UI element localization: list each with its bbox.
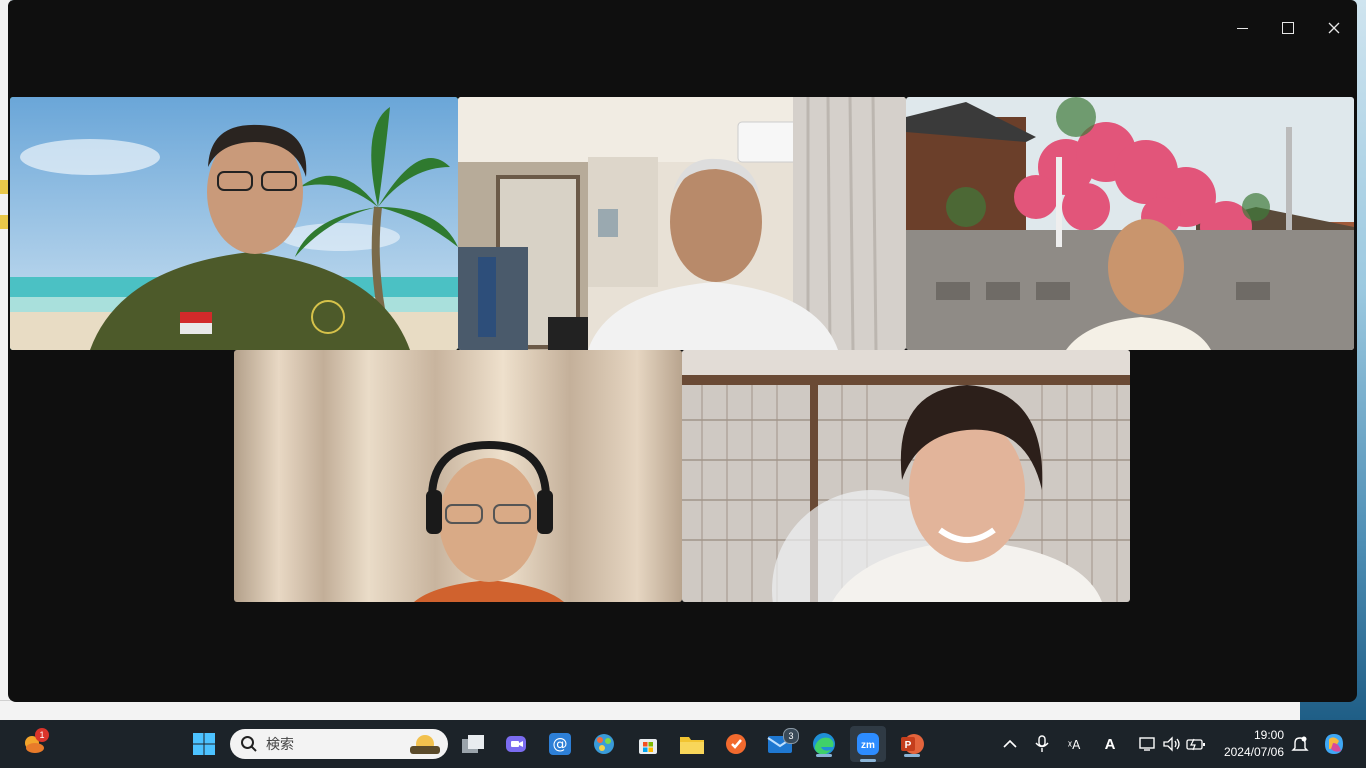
teams-meet-button[interactable] — [500, 728, 532, 760]
microphone-button[interactable] — [1026, 728, 1058, 760]
taskbar-search[interactable]: 検索 — [230, 729, 448, 759]
clock-time[interactable]: 19:00 — [1214, 728, 1284, 742]
task-view-button[interactable] — [457, 728, 489, 760]
store-icon — [639, 739, 657, 754]
windows-start-icon — [193, 733, 215, 755]
window-controls — [1219, 0, 1357, 56]
edge-running-indicator — [816, 754, 832, 757]
network-icon — [1139, 737, 1155, 751]
mail-badge: 3 — [783, 728, 799, 744]
copilot-button[interactable] — [1318, 728, 1350, 760]
maximize-button[interactable] — [1265, 0, 1311, 56]
show-hidden-icons-button[interactable] — [994, 728, 1026, 760]
chevron-up-icon — [1003, 739, 1017, 748]
orange-app-button[interactable] — [720, 728, 752, 760]
start-button[interactable] — [188, 728, 220, 760]
video-tile-participant-4[interactable] — [234, 350, 682, 602]
zoom-button[interactable]: zm — [850, 726, 886, 762]
svg-text:ᵡA: ᵡA — [1068, 738, 1081, 752]
windows-taskbar: 1 検索 @ 3 zm P ᵡA A 19:00 2024/07/06 — [0, 720, 1366, 768]
powerpoint-button[interactable]: P — [896, 728, 928, 760]
orange-app-icon — [726, 734, 746, 754]
maximize-icon — [1282, 22, 1294, 34]
svg-text:zm: zm — [861, 740, 875, 751]
paint-button[interactable] — [588, 728, 620, 760]
file-explorer-button[interactable] — [676, 728, 708, 760]
svg-text:P: P — [905, 740, 912, 751]
close-icon — [1328, 22, 1340, 34]
weather-widget[interactable]: 1 — [18, 728, 50, 760]
edge-button[interactable] — [808, 728, 840, 760]
speaker-icon — [1163, 736, 1180, 752]
zoom-meeting-window — [8, 0, 1357, 702]
search-placeholder: 検索 — [266, 737, 294, 753]
powerpoint-icon: P — [901, 734, 924, 754]
minimize-button[interactable] — [1219, 0, 1265, 56]
ime-mode-button[interactable]: ᵡA — [1058, 728, 1090, 760]
video-feed-roses — [906, 97, 1354, 350]
video-feed-curtain — [234, 350, 682, 602]
close-button[interactable] — [1311, 0, 1357, 56]
mail-button[interactable]: 3 — [764, 728, 799, 760]
teams-meet-icon — [506, 736, 526, 752]
background-app-bottom-edge — [0, 700, 1300, 721]
copilot-icon — [1325, 734, 1343, 754]
battery-button[interactable] — [1180, 728, 1212, 760]
search-highlight-icon — [410, 735, 440, 754]
video-tile-participant-1[interactable] — [10, 97, 458, 350]
weather-badge: 1 — [35, 728, 49, 742]
microphone-icon — [1035, 735, 1049, 752]
ime-button[interactable]: A — [1094, 728, 1126, 760]
battery-icon — [1186, 738, 1205, 751]
video-feed-beach — [10, 97, 458, 350]
zoom-running-indicator — [860, 759, 876, 762]
store-button[interactable] — [632, 728, 664, 760]
ime-handwriting-icon: ᵡA — [1068, 738, 1081, 752]
svg-text:@: @ — [553, 735, 568, 753]
video-tile-participant-2[interactable] — [458, 97, 906, 350]
video-tile-participant-3[interactable] — [906, 97, 1354, 350]
video-feed-shoji — [682, 350, 1130, 602]
ime-label: A — [1104, 735, 1116, 753]
mail-at-button[interactable]: @ — [544, 728, 576, 760]
task-view-icon — [462, 735, 484, 753]
zoom-icon: zm — [857, 733, 879, 755]
mail-at-icon: @ — [549, 733, 571, 755]
paint-icon — [594, 734, 614, 754]
notification-bell-icon — [1291, 736, 1309, 751]
minimize-icon — [1236, 27, 1248, 29]
video-tile-participant-5[interactable] — [682, 350, 1130, 602]
video-feed-room — [458, 97, 906, 350]
notification-button[interactable] — [1284, 728, 1316, 760]
powerpoint-running-indicator — [904, 754, 920, 757]
search-icon — [241, 736, 257, 752]
file-explorer-icon — [680, 737, 704, 754]
clock-date[interactable]: 2024/07/06 — [1214, 745, 1284, 759]
